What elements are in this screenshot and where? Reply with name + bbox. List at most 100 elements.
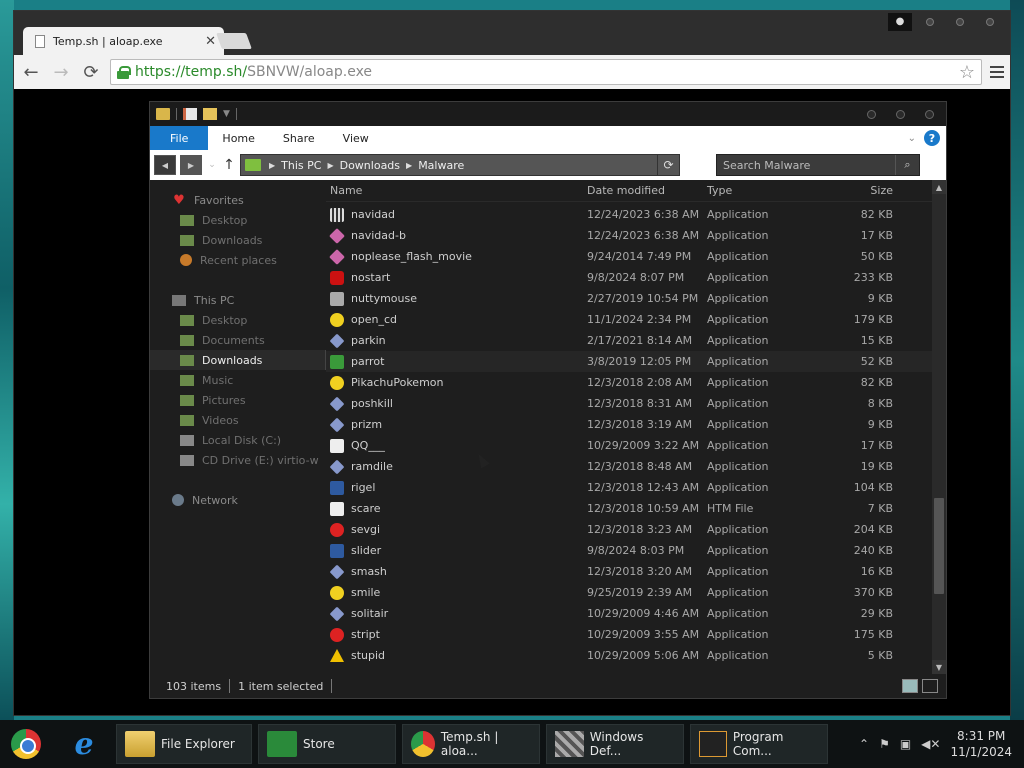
taskbar-program-compat[interactable]: Program Com...	[690, 724, 828, 764]
minimize-button[interactable]	[918, 13, 942, 31]
tab-home[interactable]: Home	[208, 126, 268, 150]
browser-tab[interactable]: Temp.sh | aloap.exe ✕	[23, 27, 224, 55]
clock[interactable]: 8:31 PM 11/1/2024	[950, 728, 1012, 760]
table-row[interactable]: scare 12/3/2018 10:59 AM HTM File 7 KB	[326, 498, 932, 519]
table-row[interactable]: navidad 12/24/2023 6:38 AM Application 82 K…	[326, 204, 932, 225]
table-row[interactable]: sevgi 12/3/2018 3:23 AM Application 204 KB	[326, 519, 932, 540]
column-name[interactable]: Name	[326, 184, 587, 197]
new-folder-icon[interactable]	[203, 108, 217, 120]
chrome-menu-icon[interactable]	[990, 66, 1004, 78]
address-bar[interactable]: https://temp.sh/ SBNVW/aloap.exe ☆	[110, 59, 982, 85]
explorer-address-bar[interactable]: ▶ This PC ▶ Downloads ▶ Malware ⟳	[240, 154, 680, 176]
tab-view[interactable]: View	[329, 126, 383, 150]
column-type[interactable]: Type	[707, 184, 827, 197]
maximize-button[interactable]	[948, 13, 972, 31]
table-row[interactable]: parrot 3/8/2019 12:05 PM Application 52 KB	[326, 351, 932, 372]
table-row[interactable]: smile 9/25/2019 2:39 AM Application 370 KB	[326, 582, 932, 603]
nav-pc-videos[interactable]: Videos	[150, 410, 326, 430]
taskbar-ie[interactable]: e	[52, 720, 116, 768]
tab-title: Temp.sh | aloap.exe	[53, 34, 163, 48]
scroll-thumb[interactable]	[934, 498, 944, 594]
back-button[interactable]: ←	[20, 61, 42, 83]
table-row[interactable]: poshkill 12/3/2018 8:31 AM Application 8 KB	[326, 393, 932, 414]
column-size[interactable]: Size	[827, 184, 897, 197]
column-date[interactable]: Date modified	[587, 184, 707, 197]
nav-pc-cd-drive[interactable]: CD Drive (E:) virtio-w	[150, 450, 326, 470]
nav-pc-local-disk[interactable]: Local Disk (C:)	[150, 430, 326, 450]
table-row[interactable]: PikachuPokemon 12/3/2018 2:08 AM Applicati…	[326, 372, 932, 393]
nav-this-pc[interactable]: This PC	[150, 290, 326, 310]
table-row[interactable]: navidad-b 12/24/2023 6:38 AM Application 17…	[326, 225, 932, 246]
tab-close-icon[interactable]: ✕	[205, 34, 216, 49]
nav-fav-desktop[interactable]: Desktop	[150, 210, 326, 230]
table-row[interactable]: smash 12/3/2018 3:20 AM Application 16 KB	[326, 561, 932, 582]
refresh-icon[interactable]: ⟳	[657, 155, 679, 175]
windows-defender-icon	[555, 731, 584, 757]
table-row[interactable]: open_cd 11/1/2024 2:34 PM Application 179 K…	[326, 309, 932, 330]
table-row[interactable]: stupid 10/29/2009 5:06 AM Application 5 KB	[326, 645, 932, 666]
ribbon-expand-icon[interactable]: ⌄	[900, 126, 924, 150]
vertical-scrollbar[interactable]: ▲ ▼	[932, 180, 946, 674]
explorer-back-button[interactable]: ◀	[154, 155, 176, 175]
search-input[interactable]	[717, 158, 895, 172]
nav-pc-music[interactable]: Music	[150, 370, 326, 390]
nav-pc-pictures[interactable]: Pictures	[150, 390, 326, 410]
breadcrumb-malware[interactable]: Malware	[418, 159, 464, 172]
explorer-maximize-button[interactable]	[896, 109, 905, 119]
large-icons-view-icon[interactable]	[922, 679, 938, 693]
search-icon[interactable]: ⌕	[895, 155, 919, 175]
action-center-flag-icon[interactable]: ⚑	[879, 737, 890, 751]
table-row[interactable]: nuttymouse 2/27/2019 10:54 PM Application 9…	[326, 288, 932, 309]
table-row[interactable]: QQ___ 10/29/2009 3:22 AM Application 17 KB	[326, 435, 932, 456]
nav-pc-documents[interactable]: Documents	[150, 330, 326, 350]
scroll-up-icon[interactable]: ▲	[932, 180, 946, 194]
nav-fav-recent[interactable]: Recent places	[150, 250, 326, 270]
new-tab-button[interactable]	[216, 33, 252, 49]
forward-button[interactable]: →	[50, 61, 72, 83]
recent-locations-dropdown-icon[interactable]: ⌄	[206, 160, 218, 170]
help-icon[interactable]: ?	[924, 130, 940, 146]
tab-file[interactable]: File	[150, 126, 209, 150]
nav-pc-downloads[interactable]: Downloads	[150, 350, 326, 370]
table-row[interactable]: ramdile 12/3/2018 8:48 AM Application 19 KB	[326, 456, 932, 477]
up-folder-icon[interactable]: ↑	[222, 157, 236, 173]
table-row[interactable]: slider 9/8/2024 8:03 PM Application 240 KB	[326, 540, 932, 561]
tab-share[interactable]: Share	[269, 126, 329, 150]
file-type: Application	[707, 649, 769, 662]
table-row[interactable]: nostart 9/8/2024 8:07 PM Application 233 KB	[326, 267, 932, 288]
reload-button[interactable]: ⟳	[80, 61, 102, 83]
close-button[interactable]	[978, 13, 1002, 31]
volume-muted-icon[interactable]: ◀✕	[921, 737, 940, 751]
user-icon[interactable]: ●	[888, 13, 912, 31]
breadcrumb-downloads[interactable]: Downloads	[340, 159, 400, 172]
explorer-minimize-button[interactable]	[867, 109, 876, 119]
nav-pc-desktop[interactable]: Desktop	[150, 310, 326, 330]
table-row[interactable]: solitair 10/29/2009 4:46 AM Application 29 …	[326, 603, 932, 624]
network-tray-icon[interactable]: ▣	[900, 737, 911, 751]
table-row[interactable]: rigel 12/3/2018 12:43 AM Application 104 KB	[326, 477, 932, 498]
scroll-down-icon[interactable]: ▼	[932, 660, 946, 674]
videos-icon	[180, 414, 194, 426]
details-view-icon[interactable]	[902, 679, 918, 693]
table-row[interactable]: parkin 2/17/2021 8:14 AM Application 15 KB	[326, 330, 932, 351]
breadcrumb-this-pc[interactable]: This PC	[281, 159, 321, 172]
start-button[interactable]	[0, 720, 52, 768]
taskbar-store[interactable]: Store	[258, 724, 396, 764]
customize-dropdown-icon[interactable]: ▼	[223, 109, 230, 119]
taskbar-chrome[interactable]: Temp.sh | aloa...	[402, 724, 540, 764]
nav-network[interactable]: Network	[150, 490, 326, 510]
properties-icon[interactable]	[183, 108, 197, 120]
file-name: solitair	[326, 606, 587, 621]
nav-favorites[interactable]: ♥ Favorites	[150, 190, 326, 210]
file-type: Application	[707, 376, 769, 389]
explorer-close-button[interactable]	[925, 109, 934, 119]
taskbar-windows-defender[interactable]: Windows Def...	[546, 724, 684, 764]
bookmark-star-icon[interactable]: ☆	[959, 62, 975, 83]
table-row[interactable]: stript 10/29/2009 3:55 AM Application 175 K…	[326, 624, 932, 645]
nav-fav-downloads[interactable]: Downloads	[150, 230, 326, 250]
table-row[interactable]: noplease_flash_movie 9/24/2014 7:49 PM App…	[326, 246, 932, 267]
table-row[interactable]: prizm 12/3/2018 3:19 AM Application 9 KB	[326, 414, 932, 435]
taskbar-file-explorer[interactable]: File Explorer	[116, 724, 252, 764]
show-hidden-icons-icon[interactable]: ⌃	[859, 737, 869, 751]
explorer-forward-button[interactable]: ▶	[180, 155, 202, 175]
